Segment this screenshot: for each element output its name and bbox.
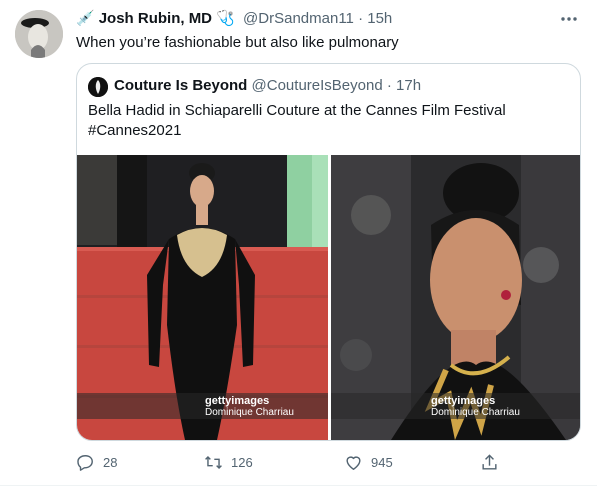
share-button[interactable] xyxy=(480,453,499,472)
watermark-credit-2: Dominique Charriau xyxy=(431,407,520,418)
retweet-count: 126 xyxy=(231,455,253,470)
like-button[interactable]: 945 xyxy=(344,453,393,472)
syringe-emoji: 💉 xyxy=(76,10,95,27)
watermark-credit-1: Dominique Charriau xyxy=(205,407,294,418)
quoted-author-name[interactable]: Couture Is Beyond xyxy=(114,77,247,94)
reply-button[interactable]: 28 xyxy=(76,453,117,472)
reply-icon xyxy=(77,455,93,471)
like-count: 945 xyxy=(371,455,393,470)
watermark-brand-1: gettyimages xyxy=(205,395,270,407)
retweet-button[interactable]: 126 xyxy=(204,453,253,472)
quoted-tweet[interactable]: Couture Is Beyond @CoutureIsBeyond · 17h… xyxy=(76,63,581,441)
separator-dot: · xyxy=(358,10,364,27)
share-icon xyxy=(482,454,497,470)
quoted-author-handle[interactable]: @CoutureIsBeyond xyxy=(252,77,383,94)
more-icon[interactable] xyxy=(559,9,579,29)
like-icon xyxy=(346,456,361,470)
watermark-brand-2: gettyimages xyxy=(431,395,496,407)
quoted-hashtag[interactable]: #Cannes2021 xyxy=(88,121,568,141)
media-image-1[interactable]: gettyimages Dominique Charriau xyxy=(77,155,328,440)
tweet-header: 💉 Josh Rubin, MD 🩺 @DrSandman11 · 15h xyxy=(76,9,577,31)
stethoscope-emoji: 🩺 xyxy=(216,10,235,27)
quoted-avatar[interactable] xyxy=(88,77,108,97)
author-handle[interactable]: @DrSandman11 xyxy=(243,10,354,27)
media-image-2[interactable]: gettyimages Dominique Charriau xyxy=(331,155,580,440)
quoted-avatar-image xyxy=(88,77,108,97)
image-watermark-1: gettyimages Dominique Charriau xyxy=(77,393,328,419)
quoted-separator-dot: · xyxy=(386,77,392,94)
quoted-text: Bella Hadid in Schiaparelli Couture at t… xyxy=(88,101,568,141)
tweet[interactable]: 💉 Josh Rubin, MD 🩺 @DrSandman11 · 15h Whe… xyxy=(0,0,597,486)
quoted-media: gettyimages Dominique Charriau gettyimag… xyxy=(77,155,580,440)
tweet-text: When you’re fashionable but also like pu… xyxy=(76,34,399,51)
avatar-image xyxy=(15,10,63,58)
tweet-time[interactable]: 15h xyxy=(367,10,392,27)
quoted-header: Couture Is Beyond @CoutureIsBeyond · 17h xyxy=(114,77,421,94)
author-name[interactable]: Josh Rubin, MD xyxy=(99,10,212,27)
quoted-text-line-1: Bella Hadid in Schiaparelli Couture at t… xyxy=(88,102,506,119)
avatar[interactable] xyxy=(15,10,63,58)
reply-count: 28 xyxy=(103,455,118,470)
image-watermark-2: gettyimages Dominique Charriau xyxy=(331,393,580,419)
quoted-time[interactable]: 17h xyxy=(396,77,421,94)
tweet-actions: 28 126 945 xyxy=(76,453,516,475)
retweet-icon xyxy=(205,455,222,470)
